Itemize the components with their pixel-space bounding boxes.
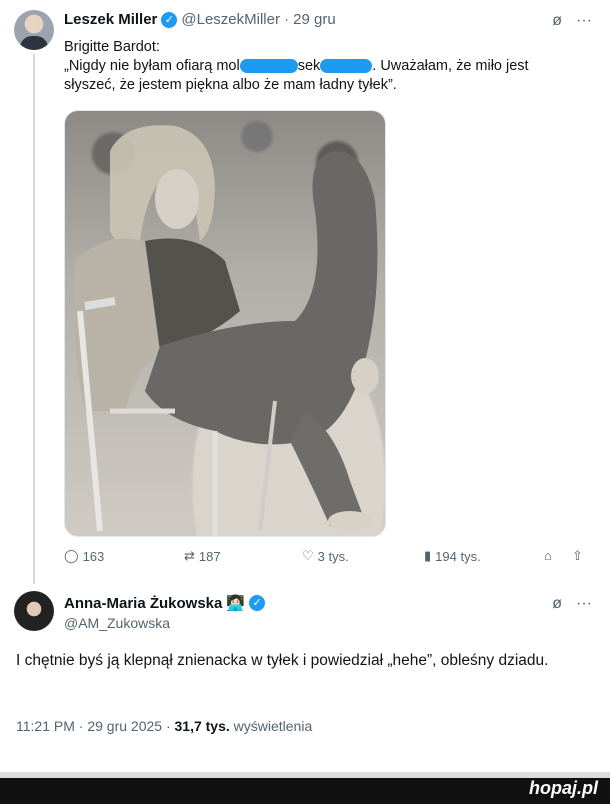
like-icon: ♡	[302, 548, 314, 563]
views-label: wyświetlenia	[229, 718, 313, 734]
like-button[interactable]: ♡ 3 tys.	[302, 548, 349, 564]
reply-icon: ◯	[64, 548, 79, 563]
grok-icon[interactable]: ø	[552, 595, 562, 613]
tweet-text-line: słyszeć, że jestem piękna albo że mam ła…	[64, 77, 397, 93]
author-emoji: 👩🏻‍💻	[226, 595, 246, 612]
reply-count: 163	[82, 548, 105, 564]
author-name[interactable]: Leszek Miller	[64, 11, 157, 28]
views-icon: ▮	[424, 548, 432, 563]
author-handle[interactable]: @AM_Zukowska	[64, 615, 170, 631]
views-count: 31,7 tys.	[174, 718, 230, 734]
author-name[interactable]: Anna-Maria Żukowska	[64, 595, 222, 612]
tweet-text: Brigitte Bardot: „Nigdy nie byłam ofiarą…	[64, 38, 594, 95]
reply-top-icons: ø ···	[552, 595, 592, 613]
share-icon: ⇧	[572, 548, 583, 563]
reply-tweet: Anna-Maria Żukowska 👩🏻‍💻 ✓ ø ··· @AM_Zuk…	[0, 585, 610, 780]
original-tweet: Leszek Miller ✓ @LeszekMiller · 29 gru ø…	[0, 0, 610, 585]
verified-icon: ✓	[161, 11, 178, 28]
bookmark-icon: ⌂	[544, 548, 552, 563]
tweet-top-icons: ø ···	[552, 12, 592, 30]
watermark-bar: hopaj.pl	[0, 772, 610, 804]
tweet-text-line: „Nigdy nie byłam ofiarą mol sek . Uważałam…	[64, 57, 594, 76]
retweet-button[interactable]: ⇄ 187	[184, 548, 221, 564]
tweet-header: Leszek Miller ✓ @LeszekMiller · 29 gru	[64, 11, 336, 28]
retweet-count: 187	[198, 548, 221, 564]
tweet-text-line: Brigitte Bardot:	[64, 39, 160, 55]
retweet-icon: ⇄	[184, 548, 195, 563]
tweet-text-fragment: „Nigdy nie byłam ofiarą mol	[64, 58, 240, 74]
redaction-mark	[239, 59, 298, 74]
verified-icon: ✓	[249, 595, 266, 611]
tweet-date[interactable]: · 29 gru	[284, 11, 336, 28]
watermark-logo: hopaj.pl	[529, 778, 598, 798]
reply-text: I chętnie byś ją klepnął znienacka w tył…	[16, 652, 549, 669]
views-button[interactable]: ▮ 194 tys.	[424, 548, 481, 564]
redaction-mark	[320, 59, 373, 74]
grok-icon[interactable]: ø	[552, 12, 562, 30]
reply-button[interactable]: ◯ 163	[64, 548, 104, 564]
cropped-action-row	[0, 772, 610, 778]
avatar[interactable]	[14, 10, 54, 50]
tweet-photo[interactable]	[64, 110, 386, 537]
reply-meta: 11:21 PM · 29 gru 2025 · 31,7 tys. wyświ…	[16, 718, 312, 734]
author-handle[interactable]: @LeszekMiller	[181, 11, 280, 28]
bookmark-button[interactable]: ⌂	[544, 548, 552, 563]
tweet-text-fragment: . Uważałam, że miło jest	[372, 58, 529, 74]
like-count: 3 tys.	[317, 548, 349, 564]
views-count: 194 tys.	[435, 548, 481, 564]
timestamp[interactable]: 11:21 PM · 29 gru 2025 ·	[16, 718, 175, 734]
avatar[interactable]	[14, 591, 54, 631]
more-icon[interactable]: ···	[576, 595, 592, 613]
share-button[interactable]: ⇧	[572, 548, 583, 564]
tweet-text-fragment: sek	[297, 58, 321, 74]
more-icon[interactable]: ···	[576, 12, 592, 30]
reply-header: Anna-Maria Żukowska 👩🏻‍💻 ✓	[64, 594, 266, 612]
thread-connector	[33, 54, 35, 584]
